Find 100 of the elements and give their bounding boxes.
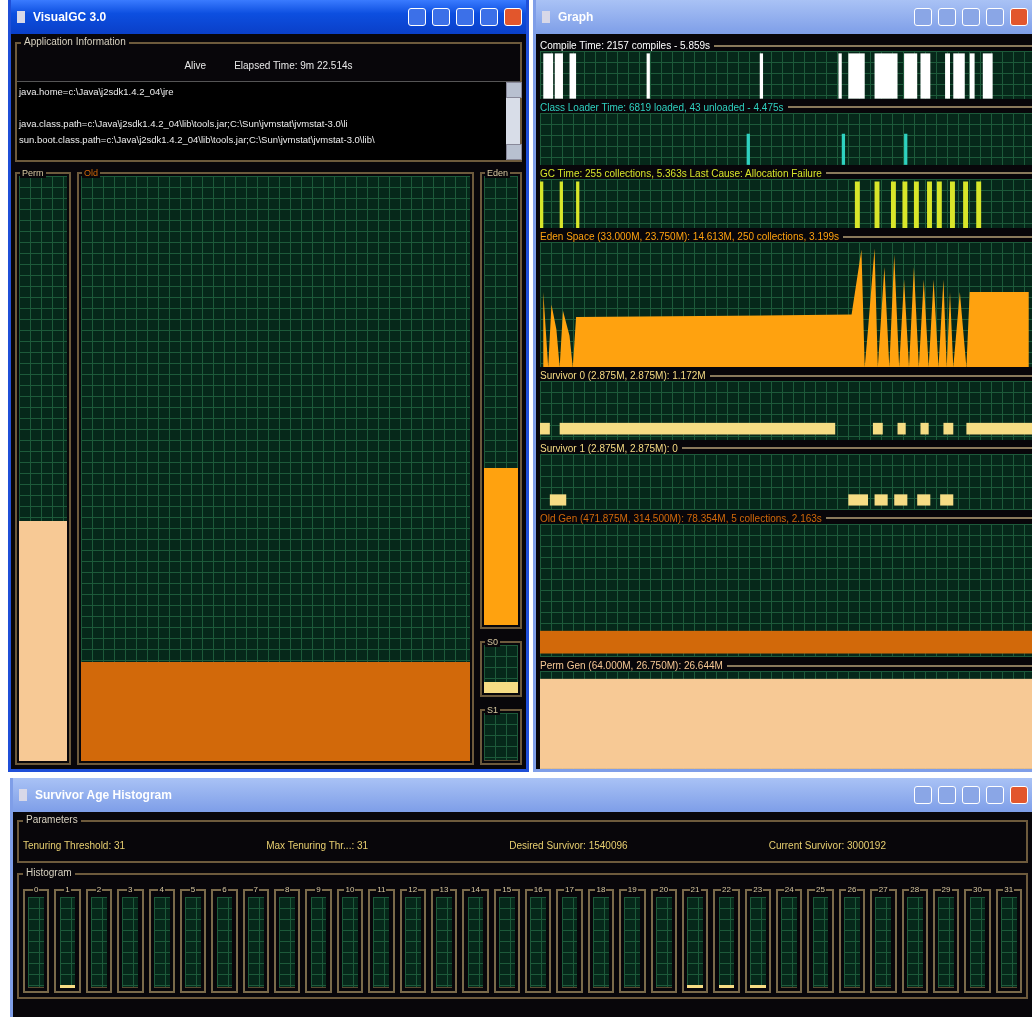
bin-label: 20 [658,885,670,894]
graph-bar [976,181,982,229]
graph-bar [559,181,563,229]
bin-label: 18 [595,885,607,894]
title-bar-button[interactable] [432,8,450,26]
parameter-text: Current Survivor: 3000192 [768,840,886,851]
graph-title: Eden Space (33.000M, 23.750M): 14.613M, 250 collections, 3.199s [540,231,840,243]
app-icon [17,788,29,802]
graph-title: GC Time: 255 collections, 5.363s Last Cause: Allocation Failure [540,167,822,179]
graph-bar [904,53,918,99]
graph-bar [920,423,929,435]
bin-label: 16 [532,885,544,894]
space-label: Perm [20,168,46,178]
bin-label: 29 [940,885,952,894]
graph-title: Compile Time: 2157 compiles - 5.859s [540,40,711,51]
property-text: java.home=c:\Java\j2sdk1.4.2_04\jre [19,86,175,97]
minimize-button[interactable] [456,8,474,26]
graph-bar [936,181,942,229]
space-label: Old [82,168,100,178]
bin-label: 11 [376,885,387,894]
scroll-down-button[interactable] [506,144,522,160]
graph-bar [904,133,908,165]
parameter-text: Max Tenuring Thr...: 31 [266,840,369,851]
bin-label: 3 [127,885,134,894]
bin-label: 22 [721,885,732,894]
graph-bar [950,181,955,229]
graph-bar [953,53,965,99]
graph-bar [920,53,931,99]
bin-label: 6 [221,885,228,894]
window-title: Graph [558,10,595,24]
graph-title: Old Gen (471.875M, 314.500M): 78.354M, 5 collections, 2.163s [540,512,822,524]
graph-title: Survivor 0 (2.875M, 2.875M): 1.172M [540,370,706,382]
graph-title: Survivor 1 (2.875M, 2.875M): 0 [540,442,678,454]
bin-label: 24 [783,885,795,894]
bin-label: 15 [501,885,513,894]
graph-bar [917,493,931,506]
graph-title: Class Loader Time: 6819 loaded, 43 unloaded - 4.475s [540,101,784,113]
bin-label: 8 [283,885,291,894]
bin-label: 9 [315,885,322,894]
graph-bar [940,493,954,506]
graph-bar [897,423,906,435]
graph-bar [646,53,650,99]
graph-bar [945,53,950,99]
graph-bar [902,181,908,229]
graph-bar [569,53,577,99]
bin-label: 30 [972,885,983,894]
bin-label: 5 [189,885,197,894]
graph-bar [848,493,868,506]
bin-label: 10 [344,885,356,894]
app-icon [540,10,552,24]
panel-heading: Histogram [23,867,75,878]
scroll-up-button[interactable] [506,82,522,98]
bin-label: 19 [626,885,638,894]
bin-label: 7 [252,885,260,894]
bin-label: 14 [470,885,481,894]
graph-bar [759,53,764,99]
graph-bar [848,53,865,99]
bin-label: 2 [95,885,103,894]
property-text: java.class.path=c:\Java\j2sdk1.4.2_04\lib\tools.jar;C:\Sun\jvmstat\jvmstat-3.0\li [19,118,349,129]
parameter-text: Desired Survivor: 1540096 [509,840,628,851]
title-bar-button[interactable] [408,8,426,26]
bin-label: 28 [909,885,921,894]
scrollbar[interactable] [506,82,520,160]
graph-bar [854,181,860,229]
graph-bar [966,423,1032,435]
maximize-button[interactable] [480,8,498,26]
app-icon [15,10,27,24]
graph-bar [838,53,842,99]
space-label: S0 [485,637,500,647]
parameter-text: Tenuring Threshold: 31 [23,840,126,851]
graph-bar [874,493,888,506]
panel-heading: Application Information [21,36,129,47]
bin-label: 4 [158,885,165,894]
status-text: Alive [184,60,207,71]
graph-title: Perm Gen (64.000M, 26.750M): 26.644M [540,660,723,672]
graph-bar [874,181,880,229]
graph-bar [894,493,908,506]
graph-bar [890,181,896,229]
bin-label: 25 [815,885,826,894]
space-label: Eden [485,168,511,178]
graph-bar [927,181,932,229]
bin-label: 27 [877,885,889,894]
window-title: VisualGC 3.0 [33,10,108,24]
bin-label: 21 [689,885,701,894]
graph-bar [872,423,883,435]
bin-label: 12 [407,885,419,894]
graph-bar [963,181,969,229]
elapsed-time: Elapsed Time: 9m 22.514s [234,60,353,71]
close-button[interactable] [504,8,522,26]
panel-heading: Parameters [23,814,81,825]
bin-label: 13 [438,885,450,894]
space-label: S1 [485,705,500,715]
bin-label: 26 [846,885,858,894]
property-text: sun.boot.class.path=c:\Java\j2sdk1.4.2_04\lib\tools.jar;C:\Sun\jvmstat\jvmstat-3.0\lib\ [19,134,376,145]
graph-bar [982,53,993,99]
graph-bar [969,53,975,99]
bin-label: 1 [64,885,71,894]
graph-bar [576,181,580,229]
graph-bar [554,53,563,99]
graph-bar [943,423,954,435]
